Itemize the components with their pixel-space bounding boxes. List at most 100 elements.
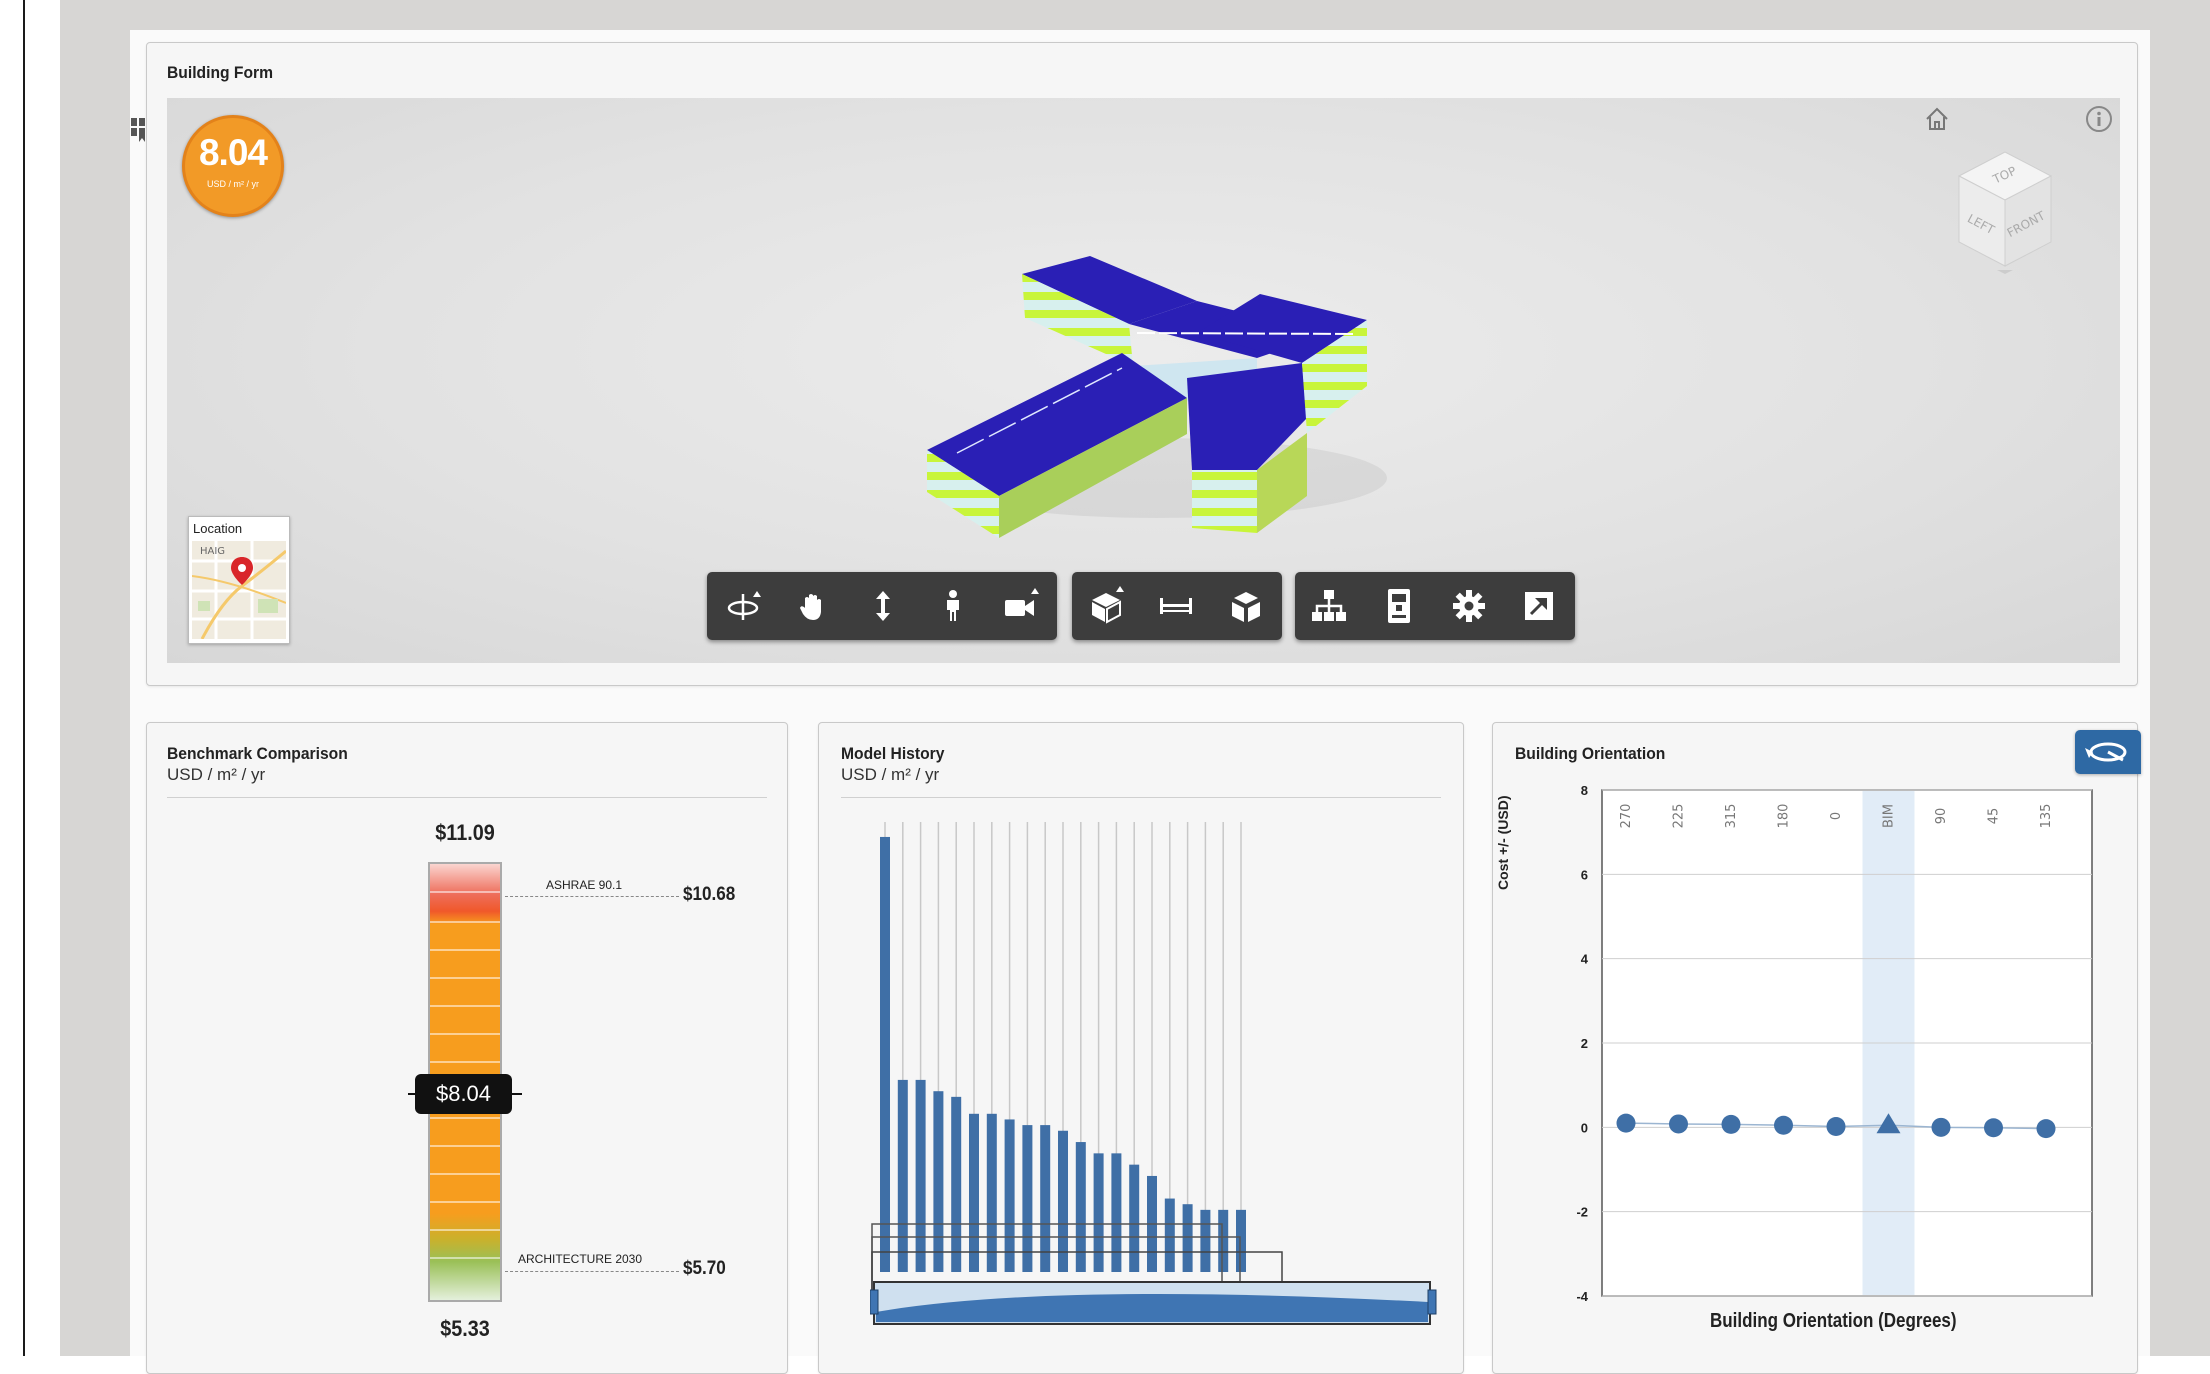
model-history-chart[interactable] bbox=[869, 812, 1440, 1332]
y-tick-label: 2 bbox=[1581, 1036, 1588, 1051]
map-street-label: HAIG bbox=[200, 546, 225, 557]
building-model[interactable] bbox=[897, 238, 1417, 538]
view-cube[interactable]: TOP LEFT FRONT bbox=[1947, 146, 2077, 276]
history-bar[interactable] bbox=[969, 1113, 979, 1272]
x-category-label: 180 bbox=[1777, 804, 1792, 829]
model-browser-icon[interactable] bbox=[1309, 586, 1349, 626]
history-bar[interactable] bbox=[1129, 1164, 1140, 1272]
section-box-icon[interactable] bbox=[1086, 586, 1126, 626]
history-bar[interactable] bbox=[986, 1113, 997, 1272]
history-bar[interactable] bbox=[1164, 1198, 1175, 1272]
camera-icon[interactable] bbox=[1001, 586, 1041, 626]
history-bar[interactable] bbox=[1040, 1125, 1051, 1272]
history-bar[interactable] bbox=[915, 1079, 926, 1272]
history-bar[interactable] bbox=[1022, 1125, 1033, 1272]
panel-title: Building Orientation bbox=[1515, 744, 1666, 763]
location-card[interactable]: Location HAIG bbox=[188, 516, 290, 644]
panel-unit: USD / m² / yr bbox=[167, 765, 266, 784]
current-value-tag[interactable]: $8.04 bbox=[415, 1074, 512, 1114]
score-unit: USD / m² / yr bbox=[207, 179, 259, 189]
x-category-label: 135 bbox=[2039, 804, 2054, 829]
y-tick-label: 0 bbox=[1581, 1120, 1588, 1135]
y-tick-label: -2 bbox=[1576, 1205, 1588, 1220]
rotate-tab[interactable] bbox=[2075, 730, 2141, 774]
zoom-icon[interactable] bbox=[863, 586, 903, 626]
history-bar[interactable] bbox=[1182, 1204, 1193, 1272]
gauge-min-label: $5.33 bbox=[440, 1316, 490, 1341]
history-bar[interactable] bbox=[880, 836, 890, 1272]
history-bar[interactable] bbox=[933, 1091, 944, 1272]
navigator-handle-right[interactable] bbox=[1427, 1289, 1437, 1315]
orientation-point[interactable] bbox=[1826, 1116, 1846, 1136]
orientation-point[interactable] bbox=[1774, 1115, 1793, 1135]
orientation-point[interactable] bbox=[1616, 1113, 1636, 1133]
x-category-label: BIM bbox=[1882, 804, 1897, 828]
bookmark-icon[interactable] bbox=[128, 116, 148, 150]
ashrae-label: ASHRAE 90.1 bbox=[546, 878, 623, 892]
history-bar[interactable] bbox=[951, 1096, 962, 1272]
section-toolbar bbox=[1072, 572, 1282, 640]
x-category-label: 90 bbox=[1934, 808, 1949, 825]
explode-icon[interactable] bbox=[1226, 586, 1266, 626]
rotate-icon bbox=[2085, 742, 2127, 762]
orientation-y-axis-label: Cost +/- (USD) bbox=[1495, 795, 1511, 891]
arch2030-value: $5.70 bbox=[683, 1258, 726, 1279]
model-toolbar bbox=[1295, 572, 1575, 640]
ashrae-value: $10.68 bbox=[683, 884, 736, 905]
fullscreen-icon[interactable] bbox=[1519, 586, 1559, 626]
orientation-point[interactable] bbox=[2036, 1119, 2056, 1139]
history-bar[interactable] bbox=[897, 1079, 908, 1272]
building-form-panel: Building Form TOP LEFT FRONT 8.04 USD / … bbox=[146, 42, 2138, 686]
history-bar[interactable] bbox=[1111, 1153, 1122, 1272]
arch2030-marker-line bbox=[505, 1271, 679, 1272]
arch2030-label: ARCHITECTURE 2030 bbox=[518, 1252, 643, 1266]
x-category-label: 225 bbox=[1672, 804, 1687, 829]
panel-title: Model History bbox=[841, 744, 945, 763]
history-bar[interactable] bbox=[1200, 1209, 1211, 1272]
pan-icon[interactable] bbox=[793, 586, 833, 626]
panel-unit: USD / m² / yr bbox=[841, 765, 940, 784]
history-bar[interactable] bbox=[1218, 1209, 1229, 1272]
history-bar[interactable] bbox=[1093, 1153, 1104, 1272]
properties-icon[interactable] bbox=[1379, 586, 1419, 626]
navigator-handle-left[interactable] bbox=[869, 1289, 879, 1315]
y-tick-label: 6 bbox=[1581, 867, 1588, 882]
orientation-svg: -4 -2 0 2 4 6 8 270 225 315 180 0 BIM 90 45 135 bbox=[1576, 783, 2093, 1304]
orientation-x-axis-label: Building Orientation (Degrees) bbox=[1710, 1310, 1957, 1332]
divider bbox=[841, 797, 1441, 798]
history-bar[interactable] bbox=[1236, 1209, 1246, 1272]
panel-title: Benchmark Comparison bbox=[167, 744, 348, 763]
orientation-point[interactable] bbox=[1984, 1118, 2003, 1138]
x-category-label: 315 bbox=[1724, 804, 1739, 829]
home-icon[interactable] bbox=[1922, 104, 1952, 134]
location-map[interactable]: HAIG bbox=[192, 541, 286, 639]
measure-icon[interactable] bbox=[1156, 586, 1196, 626]
orientation-point[interactable] bbox=[1721, 1114, 1741, 1134]
3d-viewport[interactable]: TOP LEFT FRONT bbox=[167, 98, 2120, 663]
x-category-label: 0 bbox=[1829, 812, 1844, 820]
orientation-point[interactable] bbox=[1669, 1114, 1688, 1134]
ashrae-marker-line bbox=[505, 896, 679, 897]
x-category-label: 270 bbox=[1619, 804, 1634, 829]
divider bbox=[167, 797, 767, 798]
gauge-max-label: $11.09 bbox=[435, 820, 495, 845]
y-tick-label: 8 bbox=[1581, 783, 1588, 798]
x-category-label: 45 bbox=[1987, 808, 2002, 825]
settings-icon[interactable] bbox=[1449, 586, 1489, 626]
score-badge: 8.04 USD / m² / yr bbox=[182, 115, 284, 217]
orientation-chart[interactable]: -4 -2 0 2 4 6 8 270 225 315 180 0 BIM 90 45 135 bbox=[1510, 780, 2130, 1340]
location-label: Location bbox=[193, 521, 243, 536]
history-bar[interactable] bbox=[1058, 1130, 1068, 1272]
navigation-toolbar bbox=[707, 572, 1057, 640]
orientation-point[interactable] bbox=[1931, 1117, 1951, 1137]
window-edge bbox=[23, 0, 25, 1356]
panel-title: Building Form bbox=[167, 63, 274, 82]
score-value: 8.04 bbox=[198, 132, 268, 173]
orbit-icon[interactable] bbox=[723, 586, 763, 626]
info-icon[interactable] bbox=[2084, 104, 2114, 134]
y-tick-label: -4 bbox=[1576, 1289, 1588, 1304]
y-tick-label: 4 bbox=[1581, 952, 1589, 967]
walk-icon[interactable] bbox=[933, 586, 973, 626]
history-bar[interactable] bbox=[1004, 1119, 1015, 1272]
model-history-svg bbox=[869, 822, 1437, 1325]
